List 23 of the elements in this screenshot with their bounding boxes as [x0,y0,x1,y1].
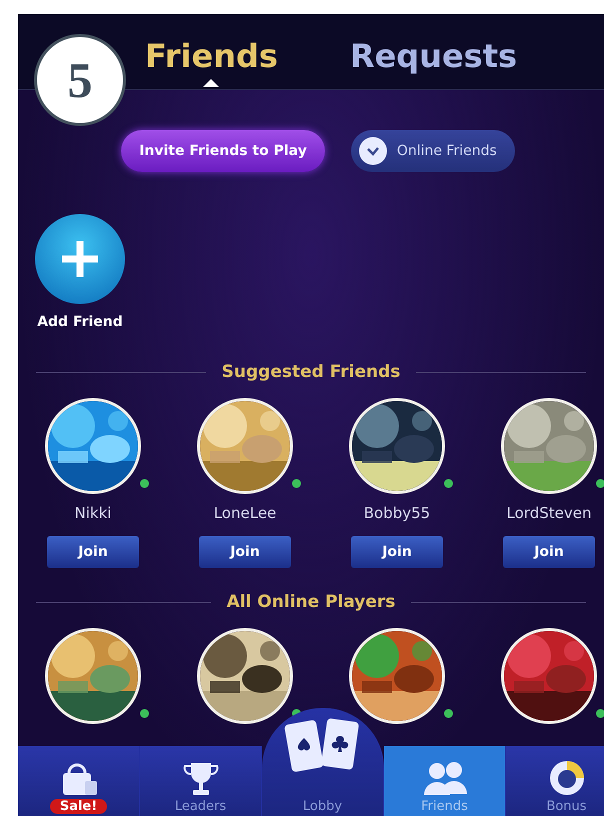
people-icon [422,761,468,797]
online-friends-toggle[interactable]: Online Friends [350,130,515,172]
join-button[interactable]: Join [503,536,595,568]
join-button[interactable]: Join [351,536,443,568]
join-button[interactable]: Join [47,536,139,568]
trophy-icon [180,761,220,797]
nav-tab[interactable]: Bonus [506,746,604,816]
section-title: All Online Players [226,592,396,612]
player-name: LordSteven [506,504,592,524]
nav-tab[interactable]: Lobby [262,708,384,816]
section-title: Suggested Friends [222,362,400,382]
caret-icon [203,79,220,87]
invite-button[interactable]: Invite Friends to Play [121,130,325,172]
player-name: LoneLee [214,504,276,524]
check-icon [366,146,380,156]
tab[interactable]: Friends [138,37,284,89]
checkbox[interactable] [358,137,387,165]
tab[interactable]: Requests [344,37,524,89]
nav-tab[interactable]: Sale! [18,746,140,816]
nav-tab[interactable]: Leaders [140,746,262,816]
player-name: Nikki [74,504,112,524]
player-name: Bobby55 [364,504,430,524]
join-button[interactable]: Join [199,536,291,568]
